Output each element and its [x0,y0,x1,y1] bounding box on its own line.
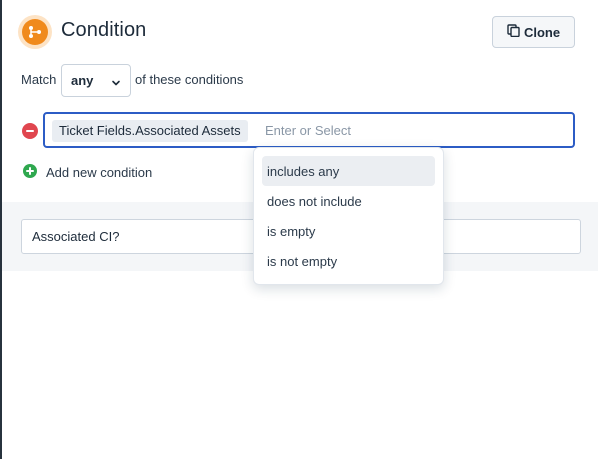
field-chip[interactable]: Ticket Fields.Associated Assets [52,120,248,142]
match-label: Match [21,72,57,87]
condition-panel: Condition Clone Match any of these condi… [0,0,598,459]
remove-condition-icon[interactable] [22,123,38,139]
page-title: Condition [61,19,147,41]
add-condition-icon[interactable] [23,164,37,178]
dropdown-option[interactable]: is empty [262,216,435,246]
chevron-down-icon [111,76,121,91]
match-select-value: any [71,73,94,88]
dropdown-option[interactable]: is not empty [262,246,435,276]
operator-placeholder: Enter or Select [265,123,351,138]
clone-label: Clone [523,24,561,40]
match-suffix: of these conditions [135,72,244,87]
workflow-branch-icon [18,15,52,49]
add-condition-link[interactable]: Add new condition [46,165,152,180]
clone-button[interactable]: Clone [492,16,575,48]
dropdown-option[interactable]: does not include [262,186,435,216]
condition-operator-input[interactable]: Ticket Fields.Associated Assets Enter or… [43,112,575,148]
match-select[interactable]: any [61,64,131,97]
operator-dropdown: includes any does not include is empty i… [253,147,444,285]
copy-icon [507,24,520,40]
dropdown-option[interactable]: includes any [262,156,435,186]
